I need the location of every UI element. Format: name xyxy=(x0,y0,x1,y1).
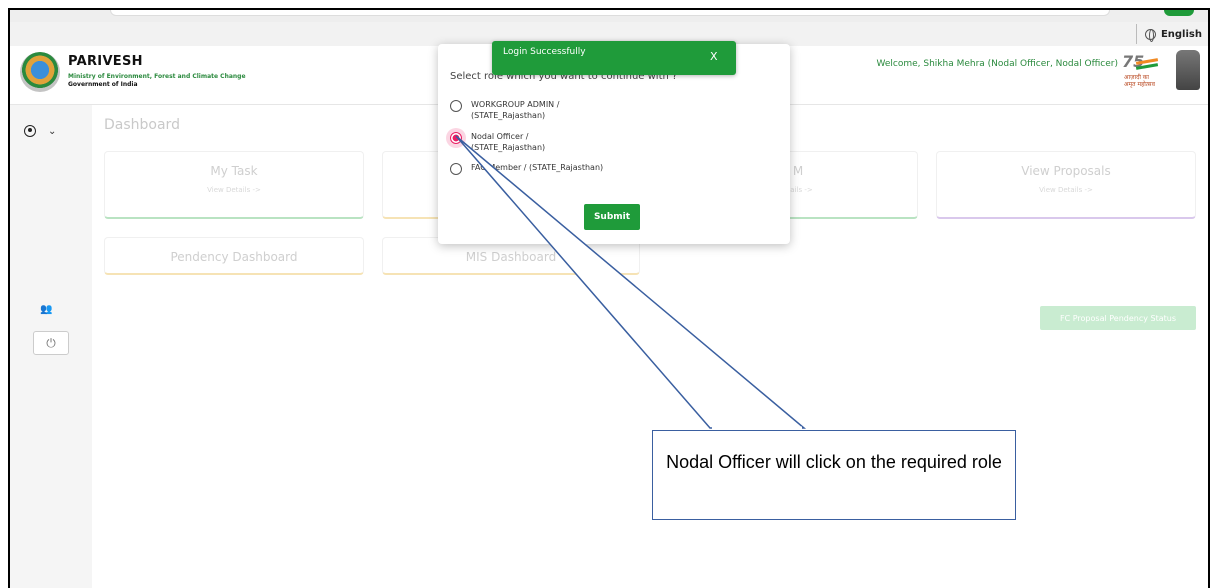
role-option-nodal-officer[interactable]: Nodal Officer / (STATE_Rajasthan) xyxy=(450,131,545,153)
parivesh-logo xyxy=(20,52,60,92)
login-success-toast: Login Successfully X xyxy=(492,41,736,75)
azadi-logo: 75 आज़ादी का अमृत महोत्सव xyxy=(1118,52,1162,90)
brand-block: PARIVESH Ministry of Environment, Forest… xyxy=(68,54,246,88)
user-menu[interactable]: ⌄ xyxy=(24,125,56,137)
close-icon[interactable]: X xyxy=(710,50,718,63)
browser-strip xyxy=(10,10,1208,22)
card-title: My Task xyxy=(210,164,258,178)
ministry-name: Ministry of Environment, Forest and Clim… xyxy=(68,73,246,80)
role-option-workgroup-admin[interactable]: WORKGROUP ADMIN / (STATE_Rajasthan) xyxy=(450,99,559,121)
browser-indicator xyxy=(1164,10,1194,16)
role-label: Nodal Officer / (STATE_Rajasthan) xyxy=(471,132,546,152)
card-pendency-dashboard[interactable]: Pendency Dashboard xyxy=(104,237,364,275)
fc-proposal-pendency-button[interactable]: FC Proposal Pendency Status xyxy=(1040,306,1196,330)
card-view-proposals[interactable]: View Proposals View Details -> xyxy=(936,151,1196,219)
card-title: Pendency Dashboard xyxy=(170,250,298,264)
submit-button[interactable]: Submit xyxy=(584,204,640,230)
card-link[interactable]: View Details -> xyxy=(937,186,1195,194)
sidebar: ⌄ 👥 ⏻ xyxy=(10,105,92,588)
radio-button[interactable] xyxy=(450,100,462,112)
chevron-down-icon: ⌄ xyxy=(48,125,57,137)
power-icon: ⏻ xyxy=(46,335,56,350)
card-my-task[interactable]: My Task View Details -> xyxy=(104,151,364,219)
user-circle-icon xyxy=(24,125,36,137)
card-link[interactable]: View Details -> xyxy=(105,186,363,194)
role-option-fac-member[interactable]: FAC Member / (STATE_Rajasthan) xyxy=(450,162,603,175)
app-window: English PARIVESH Ministry of Environment… xyxy=(8,8,1210,588)
power-button[interactable]: ⏻ xyxy=(33,331,69,355)
government-name: Government of India xyxy=(68,81,138,88)
people-icon[interactable]: 👥 xyxy=(40,304,52,315)
role-label: FAC Member / (STATE_Rajasthan) xyxy=(471,163,604,172)
card-title: View Proposals xyxy=(1021,164,1111,178)
card-title: MIS Dashboard xyxy=(465,250,557,264)
language-selector[interactable]: English xyxy=(1135,24,1202,44)
radio-button[interactable] xyxy=(450,163,462,175)
page-title: Dashboard xyxy=(104,117,180,133)
national-emblem-icon xyxy=(1176,50,1200,90)
radio-button-selected[interactable] xyxy=(450,132,462,144)
role-label: WORKGROUP ADMIN / (STATE_Rajasthan) xyxy=(471,100,560,120)
welcome-text: Welcome, Shikha Mehra (Nodal Officer, No… xyxy=(876,59,1118,69)
language-label: English xyxy=(1160,28,1202,40)
toast-message: Login Successfully xyxy=(503,47,586,57)
callout-text: Nodal Officer will click on the required… xyxy=(666,452,1002,472)
instruction-callout: Nodal Officer will click on the required… xyxy=(652,430,1016,520)
brand-name: PARIVESH xyxy=(68,54,143,69)
address-bar xyxy=(110,10,1110,16)
globe-icon xyxy=(1144,28,1156,42)
azadi-text: आज़ादी का अमृत महोत्सव xyxy=(1124,74,1155,88)
